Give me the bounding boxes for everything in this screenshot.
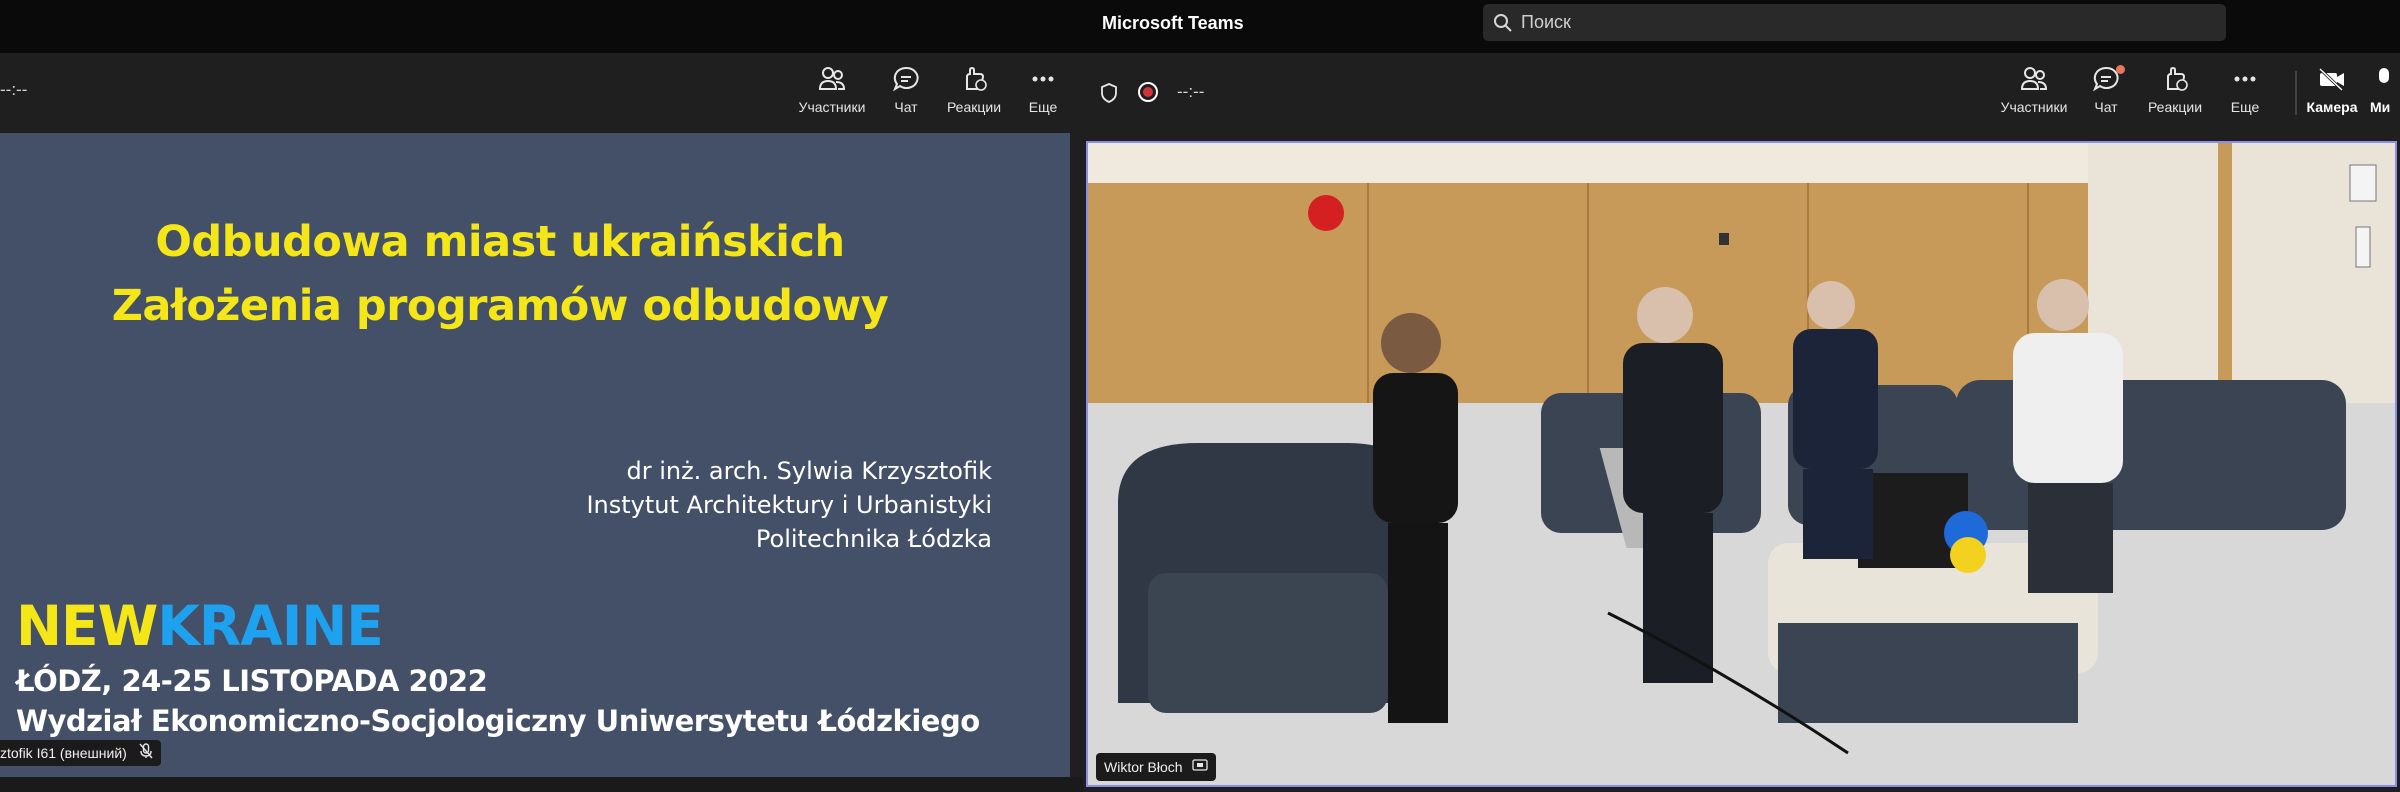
camera-label: Камера xyxy=(2306,99,2358,115)
chat-notification-dot xyxy=(2116,65,2125,74)
presenter-name-tag: ztofik I61 (внешний) xyxy=(0,740,161,766)
right-meeting-timer: --:-- xyxy=(1177,82,1205,101)
left-meeting-toolbar: --:-- Участники Чат Реакции Еще xyxy=(0,53,1083,133)
recording-indicator-icon xyxy=(1138,82,1158,102)
reactions-label: Реакции xyxy=(2147,99,2203,115)
left-title-bar xyxy=(0,0,1083,53)
slide-event-date: ŁÓDŹ, 24-25 LISTOPADA 2022 xyxy=(16,664,488,698)
logo-new-text: NEW xyxy=(16,594,158,658)
mic-button[interactable]: Ми xyxy=(2363,65,2400,125)
more-label: Еще xyxy=(2230,99,2260,115)
slide-title-line-2: Założenia programów odbudowy xyxy=(111,281,889,331)
shield-icon xyxy=(1100,83,1118,108)
reactions-button[interactable]: Реакции xyxy=(934,65,1014,125)
chat-icon xyxy=(892,66,919,92)
left-meeting-window: --:-- Участники Чат Реакции Еще Odbudowa… xyxy=(0,0,1083,792)
shared-presentation-slide: Odbudowa miast ukraińskich Założenia pro… xyxy=(0,133,1070,777)
slide-side-margin xyxy=(1070,133,1083,777)
slide-event-faculty: Wydział Ekonomiczno-Socjologiczny Uniwer… xyxy=(16,704,980,738)
more-icon xyxy=(1032,76,1054,82)
teams-title-bar: Microsoft Teams xyxy=(1083,0,2400,53)
mic-label: Ми xyxy=(2370,99,2391,115)
slide-author-university: Politechnika Łódzka xyxy=(755,525,992,553)
participant-video-tile[interactable]: Wiktor Błoch xyxy=(1086,141,2397,787)
chat-label: Чат xyxy=(2094,99,2118,115)
video-feed xyxy=(1088,143,2395,785)
slide-author-name: dr inż. arch. Sylwia Krzysztofik xyxy=(626,457,992,485)
more-button[interactable]: Еще xyxy=(1004,65,1082,125)
reactions-button[interactable]: Реакции xyxy=(2135,65,2215,125)
slide-title-line-1: Odbudowa miast ukraińskich xyxy=(155,217,845,267)
mic-icon xyxy=(2379,68,2389,83)
screen-share-icon xyxy=(1192,754,1209,782)
left-bottom-strip xyxy=(0,777,1083,792)
right-meeting-window: Microsoft Teams --:-- xyxy=(1083,0,2400,792)
participants-icon xyxy=(818,67,846,90)
reactions-icon xyxy=(966,66,987,91)
search-box[interactable] xyxy=(1483,4,2226,41)
chat-button[interactable]: Чат xyxy=(2066,65,2146,125)
participant-name-tag: Wiktor Błoch xyxy=(1096,753,1217,782)
participants-button[interactable]: Участники xyxy=(1994,65,2074,125)
app-title: Microsoft Teams xyxy=(1102,13,1244,33)
participants-label: Участники xyxy=(2000,99,2068,115)
participants-button[interactable]: Участники xyxy=(792,65,872,125)
left-meeting-timer: --:-- xyxy=(0,80,28,99)
logo-kraine-text: KRAINE xyxy=(157,594,384,658)
search-icon xyxy=(1493,13,1513,38)
right-meeting-toolbar: --:-- Участники Чат Реакции Еще Камера М… xyxy=(1083,53,2400,138)
participants-icon xyxy=(2020,67,2048,90)
newkraine-logo: NEWKRAINE xyxy=(16,594,384,658)
participant-name: Wiktor Błoch xyxy=(1104,759,1183,775)
reactions-label: Реакции xyxy=(946,99,1002,115)
more-button[interactable]: Еще xyxy=(2205,65,2285,125)
participants-label: Участники xyxy=(798,99,866,115)
slide-author-institute: Instytut Architektury i Urbanistyki xyxy=(586,491,992,519)
camera-button[interactable]: Камера xyxy=(2297,65,2367,125)
more-icon xyxy=(2234,76,2256,82)
reactions-icon xyxy=(2167,66,2188,91)
camera-off-icon xyxy=(2318,67,2344,92)
search-input[interactable] xyxy=(1521,4,2211,41)
more-label: Еще xyxy=(1028,99,1058,115)
presenter-name: ztofik I61 (внешний) xyxy=(0,745,127,761)
mic-muted-icon xyxy=(139,741,153,767)
